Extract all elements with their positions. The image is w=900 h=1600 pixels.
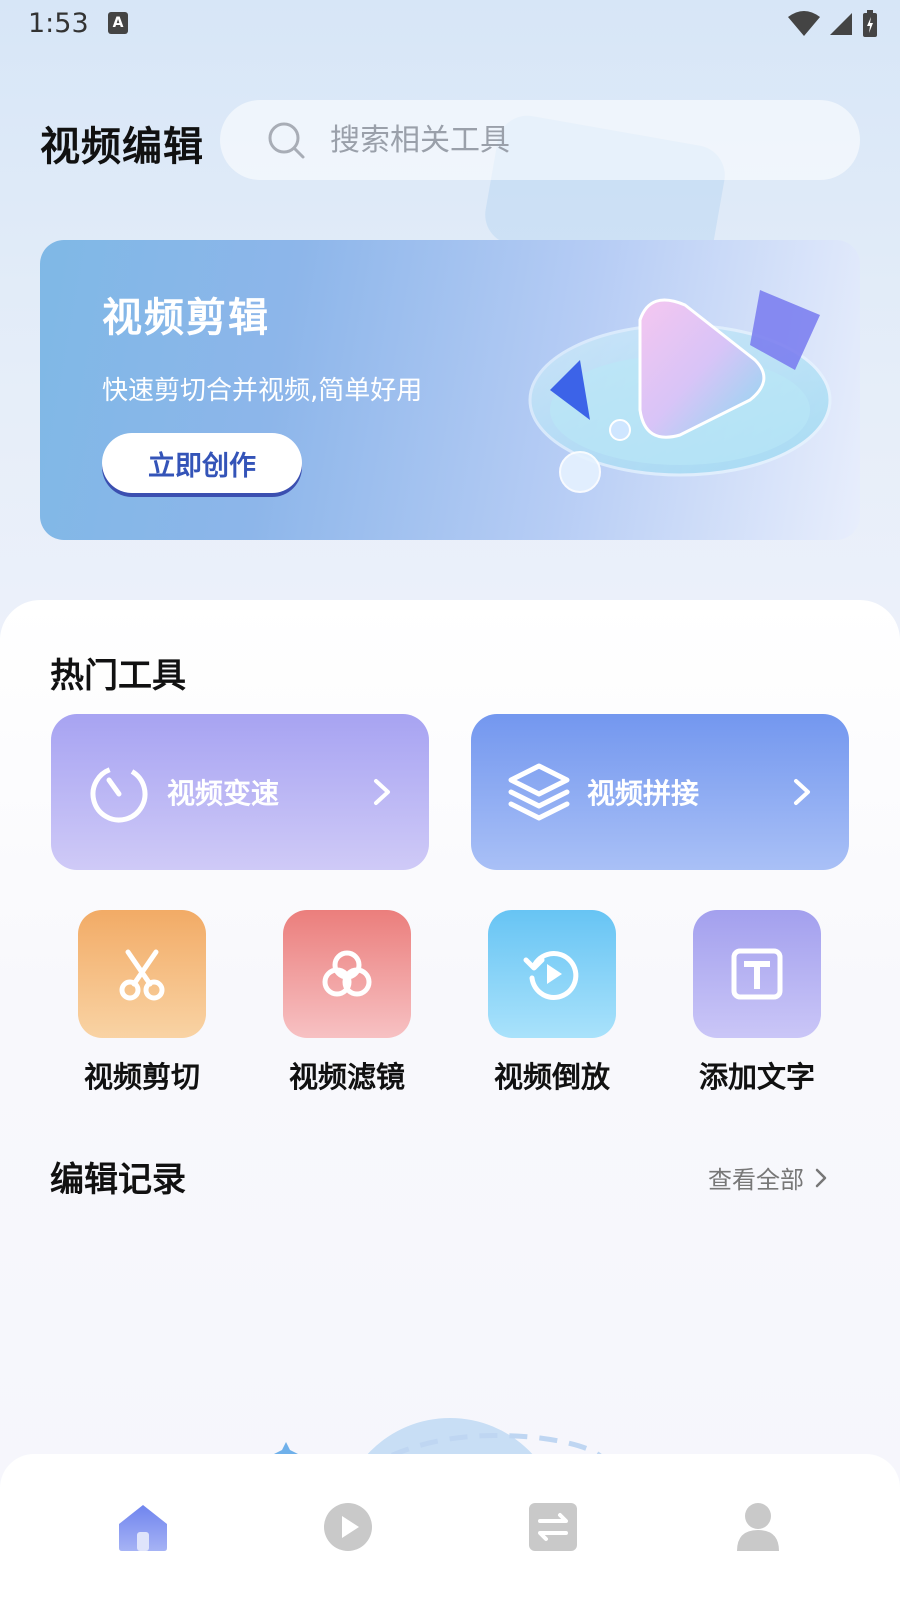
bottom-navigation [0, 1454, 900, 1600]
tool-video-cut-label: 视频剪切 [83, 1060, 200, 1094]
tool-add-text-tile[interactable] [693, 910, 821, 1038]
banner-title: 视频剪辑 [102, 295, 270, 341]
view-all-label: 查看全部 [708, 1166, 804, 1194]
create-now-button[interactable]: 立即创作 [102, 433, 302, 493]
chevron-right-icon [815, 1168, 827, 1187]
tool-video-reverse-tile[interactable] [488, 910, 616, 1038]
tool-video-cut[interactable]: 视频剪切 [67, 910, 217, 1096]
nav-convert[interactable] [518, 1492, 588, 1562]
signal-icon [830, 13, 852, 35]
keyboard-notification-icon: A [108, 12, 128, 34]
nav-home[interactable] [108, 1492, 178, 1562]
nav-profile[interactable] [723, 1492, 793, 1562]
status-time: 1:53 [28, 8, 89, 39]
chevron-right-icon [374, 779, 390, 805]
scissors-icon [119, 949, 165, 1001]
status-bar: 1:53 A [0, 0, 900, 50]
play-icon [323, 1503, 372, 1551]
text-icon [731, 948, 783, 1000]
chevron-right-icon [794, 779, 810, 805]
tool-add-text[interactable]: 添加文字 [682, 910, 832, 1096]
search-bar[interactable] [220, 100, 860, 180]
layers-icon [508, 763, 570, 821]
tool-video-filter[interactable]: 视频滤镜 [272, 910, 422, 1096]
swap-icon [528, 1503, 577, 1551]
wifi-icon [788, 11, 820, 36]
search-input[interactable] [328, 121, 792, 159]
tool-video-filter-label: 视频滤镜 [288, 1060, 405, 1094]
tool-video-reverse-label: 视频倒放 [493, 1060, 610, 1094]
video-merge-label: 视频拼接 [587, 777, 700, 810]
banner-subtitle: 快速剪切合并视频,简单好用 [102, 376, 423, 406]
content-card: 热门工具 视频变速 视频拼接 视频剪切 视频滤镜 视频倒放 添加文字 编辑记录 … [0, 600, 900, 1600]
view-all-link[interactable]: 查看全部 [708, 1160, 828, 1195]
home-icon [118, 1505, 167, 1551]
filter-circles-icon [322, 950, 372, 997]
video-speed-button[interactable]: 视频变速 [51, 714, 429, 870]
page-title: 视频编辑 [40, 124, 204, 170]
user-icon [736, 1503, 779, 1551]
nav-play[interactable] [313, 1492, 383, 1562]
video-3d-illustration [528, 290, 832, 493]
promo-banner[interactable]: 视频剪辑 快速剪切合并视频,简单好用 立即创作 [40, 240, 860, 540]
battery-icon [863, 10, 877, 37]
tool-video-filter-tile[interactable] [283, 910, 411, 1038]
tool-video-reverse[interactable]: 视频倒放 [477, 910, 627, 1096]
status-icons [788, 8, 878, 40]
timer-icon [90, 765, 148, 823]
edit-records-title: 编辑记录 [50, 1160, 186, 1200]
hot-tools-title: 热门工具 [50, 656, 186, 696]
search-icon [268, 122, 305, 159]
tool-add-text-label: 添加文字 [698, 1060, 815, 1094]
video-merge-button[interactable]: 视频拼接 [471, 714, 849, 870]
video-speed-label: 视频变速 [167, 777, 280, 810]
reverse-play-icon [523, 951, 579, 1000]
tool-video-cut-tile[interactable] [78, 910, 206, 1038]
